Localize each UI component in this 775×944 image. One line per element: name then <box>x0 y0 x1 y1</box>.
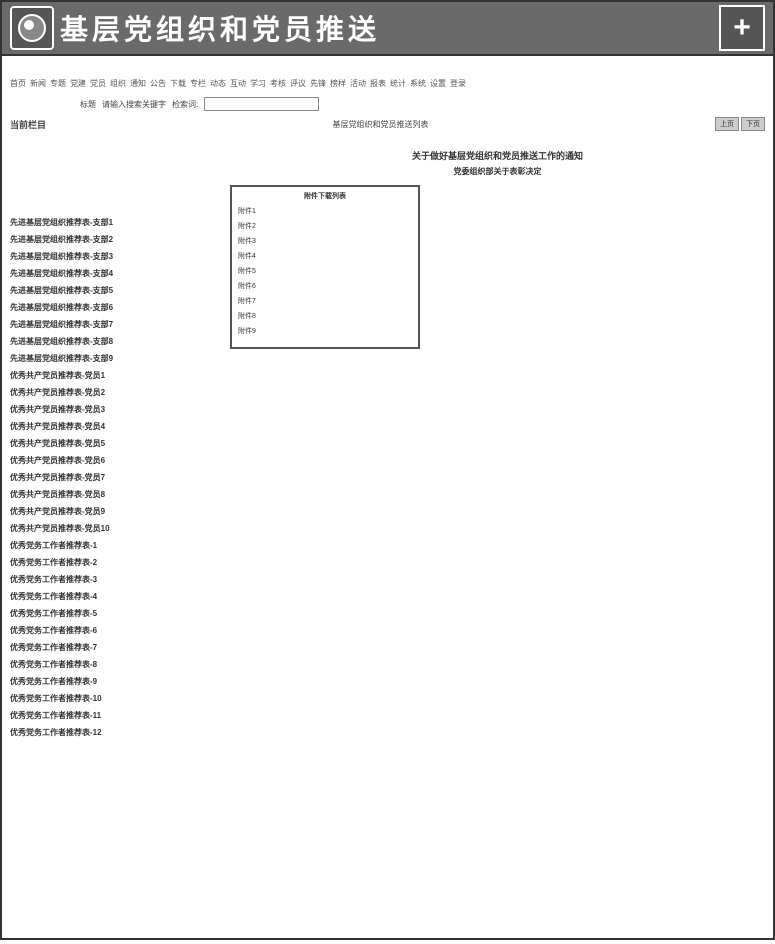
search-hint-right: 检索词: <box>172 99 198 110</box>
list-item[interactable]: 优秀共产党员推荐表-党员8 <box>10 489 230 500</box>
search-label: 请输入搜索关键字 <box>102 99 166 110</box>
plus-icon: + <box>733 11 751 45</box>
nav-item[interactable]: 评议 <box>290 79 306 88</box>
list-item[interactable]: 先进基层党组织推荐表-支部8 <box>10 336 230 347</box>
attachment-item[interactable]: 附件4 <box>238 251 412 261</box>
attachment-item[interactable]: 附件5 <box>238 266 412 276</box>
list-item[interactable]: 优秀共产党员推荐表-党员1 <box>10 370 230 381</box>
attachment-caption: 附件下载列表 <box>238 191 412 201</box>
document-title: 关于做好基层党组织和党员推送工作的通知 <box>230 149 765 162</box>
nav-item[interactable]: 党建 <box>70 79 86 88</box>
nav-item[interactable]: 新闻 <box>30 79 46 88</box>
attachment-item[interactable]: 附件9 <box>238 326 412 336</box>
nav-item[interactable]: 考核 <box>270 79 286 88</box>
subnav-row: 当前栏目 基层党组织和党员推送列表 上页 下页 <box>10 117 765 131</box>
list-item[interactable]: 优秀共产党员推荐表-党员4 <box>10 421 230 432</box>
nav-item[interactable]: 党员 <box>90 79 106 88</box>
prev-page-button[interactable]: 上页 <box>715 117 739 131</box>
nav-item[interactable]: 设置 <box>430 79 446 88</box>
header-bar: 基层党组织和党员推送 + <box>0 0 775 56</box>
list-item[interactable]: 先进基层党组织推荐表-支部9 <box>10 353 230 364</box>
nav-item[interactable]: 榜样 <box>330 79 346 88</box>
list-item[interactable]: 优秀共产党员推荐表-党员10 <box>10 523 230 534</box>
nav-item[interactable]: 统计 <box>390 79 406 88</box>
nav-item[interactable]: 先锋 <box>310 79 326 88</box>
attachment-item[interactable]: 附件6 <box>238 281 412 291</box>
nav-item[interactable]: 动态 <box>210 79 226 88</box>
app-title: 基层党组织和党员推送 <box>60 8 380 48</box>
list-item[interactable]: 优秀党务工作者推荐表-5 <box>10 608 230 619</box>
list-item[interactable]: 优秀党务工作者推荐表-9 <box>10 676 230 687</box>
nav-item[interactable]: 首页 <box>10 79 26 88</box>
list-item[interactable]: 优秀党务工作者推荐表-4 <box>10 591 230 602</box>
attachment-item[interactable]: 附件8 <box>238 311 412 321</box>
list-item[interactable]: 优秀党务工作者推荐表-3 <box>10 574 230 585</box>
nav-item[interactable]: 专题 <box>50 79 66 88</box>
list-item[interactable]: 优秀党务工作者推荐表-11 <box>10 710 230 721</box>
attachment-item[interactable]: 附件3 <box>238 236 412 246</box>
list-item[interactable]: 优秀党务工作者推荐表-1 <box>10 540 230 551</box>
list-item[interactable]: 先进基层党组织推荐表-支部1 <box>10 217 230 228</box>
nav-item[interactable]: 专栏 <box>190 79 206 88</box>
logo-icon <box>18 14 46 42</box>
search-row: 标题 请输入搜索关键字 检索词: <box>80 97 765 111</box>
list-item[interactable]: 优秀共产党员推荐表-党员3 <box>10 404 230 415</box>
list-item[interactable]: 先进基层党组织推荐表-支部2 <box>10 234 230 245</box>
attachment-item[interactable]: 附件7 <box>238 296 412 306</box>
nav-item[interactable]: 报表 <box>370 79 386 88</box>
top-nav: 首页新闻专题党建党员组织通知公告下载专栏动态互动学习考核评议先锋榜样活动报表统计… <box>10 78 765 89</box>
search-hint-left: 标题 <box>80 99 96 110</box>
logo-badge <box>10 6 54 50</box>
nav-item[interactable]: 学习 <box>250 79 266 88</box>
list-caption: 基层党组织和党员推送列表 <box>333 119 429 130</box>
search-input[interactable] <box>204 97 319 111</box>
content-block: 先进基层党组织推荐表-支部1 先进基层党组织推荐表-支部2 先进基层党组织推荐表-支… <box>10 141 765 744</box>
nav-item[interactable]: 互动 <box>230 79 246 88</box>
document-subtitle: 党委组织部关于表彰决定 <box>230 166 765 177</box>
nav-item[interactable]: 通知 <box>130 79 146 88</box>
breadcrumb: 当前栏目 <box>10 118 46 131</box>
nav-item[interactable]: 活动 <box>350 79 366 88</box>
list-item[interactable]: 优秀共产党员推荐表-党员6 <box>10 455 230 466</box>
article-list: 先进基层党组织推荐表-支部1 先进基层党组织推荐表-支部2 先进基层党组织推荐表-支… <box>10 141 230 744</box>
next-page-button[interactable]: 下页 <box>741 117 765 131</box>
list-item[interactable]: 优秀党务工作者推荐表-2 <box>10 557 230 568</box>
attachment-item[interactable]: 附件2 <box>238 221 412 231</box>
nav-item[interactable]: 组织 <box>110 79 126 88</box>
list-item[interactable]: 先进基层党组织推荐表-支部5 <box>10 285 230 296</box>
document-pane: 关于做好基层党组织和党员推送工作的通知 党委组织部关于表彰决定 附件下载列表 附… <box>230 141 765 744</box>
list-item[interactable]: 优秀共产党员推荐表-党员2 <box>10 387 230 398</box>
nav-item[interactable]: 登录 <box>450 79 466 88</box>
header-left: 基层党组织和党员推送 <box>10 6 380 50</box>
list-item[interactable]: 优秀共产党员推荐表-党员9 <box>10 506 230 517</box>
list-item[interactable]: 优秀党务工作者推荐表-12 <box>10 727 230 738</box>
attachment-item[interactable]: 附件1 <box>238 206 412 216</box>
pager: 上页 下页 <box>715 117 765 131</box>
list-item[interactable]: 优秀党务工作者推荐表-10 <box>10 693 230 704</box>
list-item[interactable]: 先进基层党组织推荐表-支部7 <box>10 319 230 330</box>
list-item[interactable]: 优秀共产党员推荐表-党员5 <box>10 438 230 449</box>
list-item[interactable]: 先进基层党组织推荐表-支部6 <box>10 302 230 313</box>
nav-item[interactable]: 下载 <box>170 79 186 88</box>
list-item[interactable]: 先进基层党组织推荐表-支部4 <box>10 268 230 279</box>
list-item[interactable]: 先进基层党组织推荐表-支部3 <box>10 251 230 262</box>
nav-item[interactable]: 公告 <box>150 79 166 88</box>
list-item[interactable]: 优秀党务工作者推荐表-8 <box>10 659 230 670</box>
page-frame: 首页新闻专题党建党员组织通知公告下载专栏动态互动学习考核评议先锋榜样活动报表统计… <box>0 56 775 940</box>
attachment-box: 附件下载列表 附件1 附件2 附件3 附件4 附件5 附件6 附件7 附件8 附件9 <box>230 185 420 349</box>
list-item[interactable]: 优秀党务工作者推荐表-6 <box>10 625 230 636</box>
add-button[interactable]: + <box>719 5 765 51</box>
nav-item[interactable]: 系统 <box>410 79 426 88</box>
list-item[interactable]: 优秀党务工作者推荐表-7 <box>10 642 230 653</box>
list-item[interactable]: 优秀共产党员推荐表-党员7 <box>10 472 230 483</box>
